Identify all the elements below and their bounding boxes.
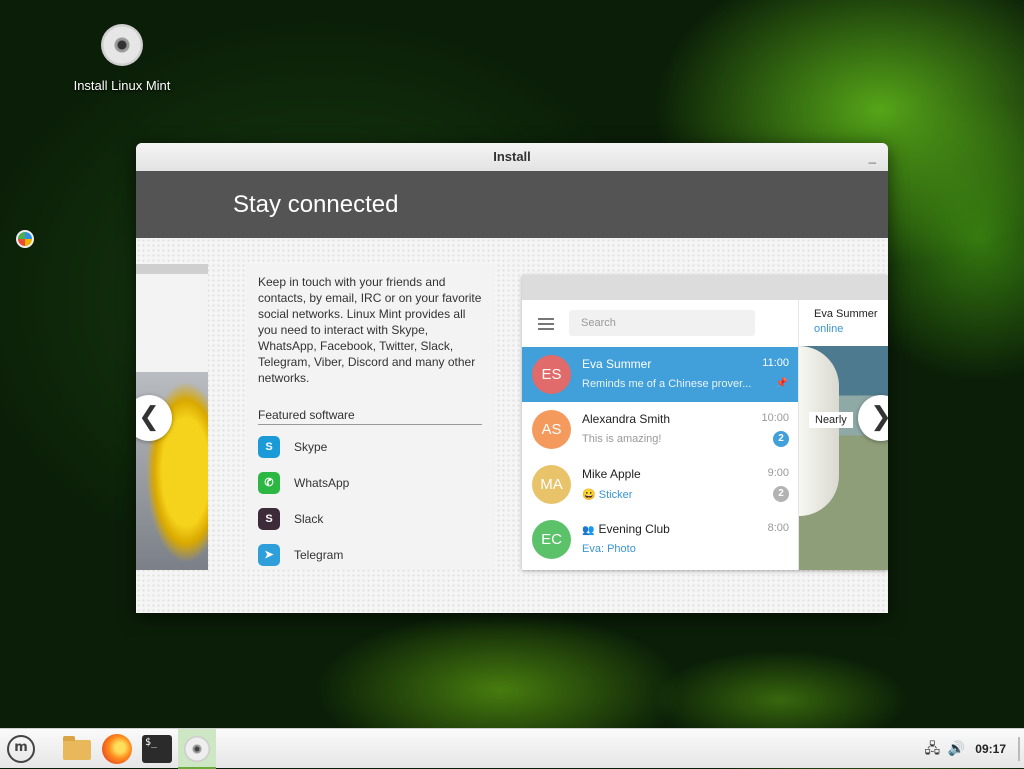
window-titlebar[interactable]: Install _: [136, 143, 888, 171]
whatsapp-icon: ✆: [258, 472, 280, 494]
chat-name: Alexandra Smith: [582, 412, 671, 426]
minimize-button[interactable]: _: [869, 143, 876, 171]
menu-button[interactable]: m: [3, 731, 39, 767]
featured-app-name: WhatsApp: [294, 476, 350, 490]
terminal-launcher[interactable]: $_: [139, 731, 175, 767]
firefox-launcher[interactable]: [99, 731, 135, 767]
slide-title: Stay connected: [233, 191, 399, 218]
avatar: MA: [532, 465, 571, 504]
featured-app-skype: S Skype: [258, 429, 494, 465]
chat-contact-status: online: [814, 323, 844, 335]
avatar: AS: [532, 410, 571, 449]
slideshow: Keep in touch with your friends and cont…: [136, 238, 888, 613]
folder-icon: [63, 736, 91, 760]
menu-icon: [538, 318, 554, 330]
slack-icon: S: [258, 508, 280, 530]
featured-app-name: Telegram: [294, 548, 344, 562]
files-launcher[interactable]: [58, 731, 94, 767]
slide-text-card: Keep in touch with your friends and cont…: [246, 264, 494, 570]
chat-contact-name: Eva Summer: [814, 308, 878, 320]
linux-mint-logo-icon: m: [7, 735, 35, 763]
chat-photo: Nearly: [799, 346, 888, 570]
chat-name-wrap: Alexandra Smith: [582, 412, 670, 426]
featured-app-name: Slack: [294, 512, 324, 526]
pin-icon: 📌: [775, 378, 788, 389]
terminal-icon: $_: [142, 735, 172, 763]
chat-time: 8:00: [767, 522, 789, 534]
installer-window-button[interactable]: [178, 729, 216, 769]
disc-icon: [101, 24, 143, 66]
chat-row: MA Mike Apple 9:00 😀 Sticker 2: [522, 457, 798, 512]
avatar: EC: [532, 520, 571, 559]
chat-last-message: Eva: Photo: [582, 543, 636, 555]
clock[interactable]: 09:17: [975, 742, 1006, 756]
chat-row: ES Eva Summer 11:00 Reminds me of a Chinese…: [522, 347, 798, 402]
search-input: Search: [569, 310, 755, 336]
featured-app-slack: S Slack: [258, 501, 494, 537]
avatar: ES: [532, 355, 571, 394]
chat-time: 9:00: [767, 467, 789, 479]
network-icon[interactable]: 🖧: [923, 740, 941, 758]
chat-name-wrap: Mike Apple: [582, 467, 641, 481]
install-linux-mint-desktop-icon[interactable]: Install Linux Mint: [62, 24, 182, 93]
chat-name: Mike Apple: [582, 467, 641, 481]
featured-app-whatsapp: ✆ WhatsApp: [258, 465, 494, 501]
chromium-icon[interactable]: [16, 230, 34, 248]
chat-row: AS Alexandra Smith 10:00 This is amazing! 2: [522, 402, 798, 457]
telegram-icon: ➤: [258, 544, 280, 566]
unread-badge: 2: [773, 486, 789, 502]
firefox-icon: [102, 734, 132, 764]
slide-header: Stay connected: [136, 171, 888, 238]
chat-list: Search ES Eva Summer 11:00 Reminds me of a …: [522, 300, 798, 570]
system-tray: 🖧 🔊 09:17: [923, 729, 1006, 769]
chat-name-wrap: Eva Summer: [582, 357, 651, 371]
taskbar: m $_ 🖧 🔊 09:17: [0, 728, 1024, 769]
chat-time: 11:00: [762, 357, 789, 369]
window-title: Install: [493, 149, 531, 164]
volume-icon[interactable]: 🔊: [947, 740, 965, 758]
chat-caption: Nearly: [809, 412, 853, 428]
featured-app-name: Skype: [294, 440, 328, 454]
chat-name: Evening Club: [598, 522, 670, 536]
desktop-icon-label: Install Linux Mint: [73, 78, 171, 93]
show-desktop-button[interactable]: [1018, 737, 1020, 761]
skype-icon: S: [258, 436, 280, 458]
chat-header: Eva Summer online: [799, 300, 888, 346]
chat-last-message: This is amazing!: [582, 433, 662, 445]
featured-software-heading: Featured software: [258, 408, 482, 425]
slide-description: Keep in touch with your friends and cont…: [258, 275, 482, 385]
chat-name-wrap: 👥 Evening Club: [582, 522, 670, 536]
group-icon: 👥: [582, 525, 595, 536]
chat-last-message: 😀 Sticker: [582, 489, 633, 501]
install-window: Install _ Stay connected Keep in touch w…: [136, 143, 888, 613]
featured-app-telegram: ➤ Telegram: [258, 537, 494, 573]
chat-search-row: Search: [522, 300, 798, 347]
disc-icon: [184, 736, 210, 762]
featured-software-list: S Skype ✆ WhatsApp S Slack ➤ Telegram: [246, 429, 494, 573]
chat-time: 10:00: [761, 412, 789, 424]
unread-badge: 2: [773, 431, 789, 447]
telegram-screenshot: Search ES Eva Summer 11:00 Reminds me of a …: [522, 275, 888, 570]
chat-name: Eva Summer: [582, 357, 652, 371]
chat-row: EC 👥 Evening Club 8:00 Eva: Photo: [522, 512, 798, 567]
chat-last-message: Reminds me of a Chinese prover...: [582, 378, 752, 390]
daisy-image: [799, 346, 839, 516]
